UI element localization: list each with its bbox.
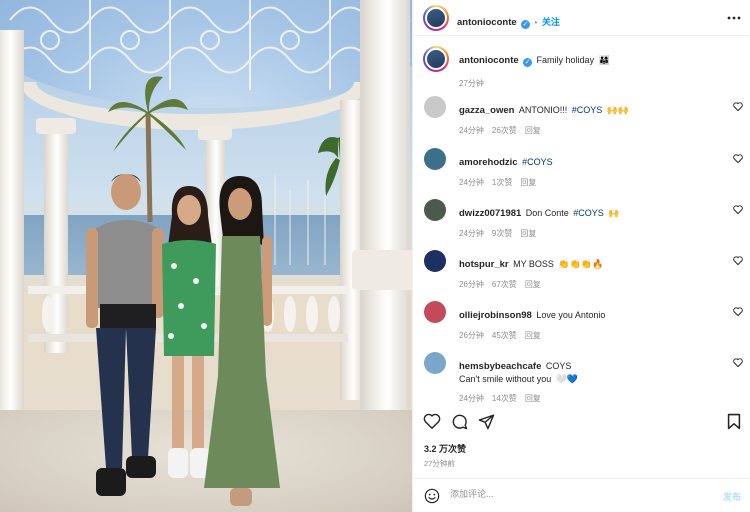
action-bar [413, 410, 750, 434]
comment-time: 26分钟 [459, 280, 484, 289]
post-photo[interactable] [0, 0, 412, 512]
emoji-smiley-icon[interactable] [424, 488, 440, 504]
comment-likes[interactable]: 1次赞 [492, 178, 512, 187]
comment-reply-button[interactable]: 回复 [525, 126, 541, 135]
comment-likes[interactable]: 67次赞 [492, 280, 517, 289]
comment-emoji: 🙌 [608, 208, 620, 218]
comment-username[interactable]: amorehodzic [459, 157, 518, 168]
comment-time: 24分钟 [459, 178, 484, 187]
comment-username[interactable]: olliejrobinson98 [459, 310, 532, 321]
comment-text: Love you Antonio [536, 310, 606, 320]
column-left-capital [36, 118, 76, 134]
caption-username[interactable]: antonioconte [459, 55, 519, 66]
like-heart-icon[interactable] [423, 413, 441, 429]
separator-dot: • [534, 18, 538, 27]
comment-emoji-line2: 🤍💙 [555, 374, 579, 384]
post-comment-button[interactable]: 发布 [723, 490, 741, 503]
follow-button[interactable]: 关注 [542, 17, 560, 27]
comment-row: olliejrobinson98 Love you Antonio 26分钟 45… [413, 301, 750, 351]
comment-avatar[interactable] [424, 301, 446, 323]
caption-avatar[interactable] [423, 46, 449, 72]
comment-avatar[interactable] [424, 199, 446, 221]
verified-badge-icon: ✓ [523, 58, 533, 67]
comment-row: dwizz0071981 Don Conte #COYS 🙌 24分钟 9次赞 回复 [413, 199, 750, 249]
comment-time: 24分钟 [459, 126, 484, 135]
caption-time: 27分钟 [459, 79, 484, 88]
comment-hashtag[interactable]: #COYS [573, 208, 604, 218]
comment-like-heart-icon[interactable] [733, 358, 743, 367]
comment-like-heart-icon[interactable] [733, 102, 743, 111]
comment-likes[interactable]: 45次赞 [492, 331, 517, 340]
comment-bubble-icon[interactable] [451, 413, 468, 430]
comment-reply-button[interactable]: 回复 [525, 394, 541, 403]
header-avatar[interactable] [423, 5, 449, 31]
comment-row: gazza_owen ANTONIO!!! #COYS 🙌🙌 24分钟 26次赞 回复 [413, 96, 750, 146]
comment-reply-button[interactable]: 回复 [520, 178, 536, 187]
comment-emoji: 👏👏👏🔥 [558, 259, 604, 269]
comment-time: 24分钟 [459, 229, 484, 238]
comment-hashtag[interactable]: #COYS [572, 105, 603, 115]
comment-emoji: 🙌🙌 [606, 105, 630, 115]
column-center-capital [198, 126, 232, 140]
comment-username[interactable]: hotspur_kr [459, 259, 509, 270]
comment-hashtag[interactable]: #COYS [522, 157, 553, 167]
comment-row: hotspur_kr MY BOSS 👏👏👏🔥 26分钟 67次赞 回复 [413, 250, 750, 300]
header-username[interactable]: antonioconte [457, 17, 517, 28]
comment-avatar[interactable] [424, 250, 446, 272]
comment-likes[interactable]: 14次赞 [492, 394, 517, 403]
comment-avatar[interactable] [424, 148, 446, 170]
caption-text: Family holiday [536, 55, 595, 65]
caption-emoji: 👨‍👩‍👧 [598, 55, 610, 65]
comment-row: amorehodzic #COYS 24分钟 1次赞 回复 [413, 148, 750, 198]
person-woman [204, 176, 280, 506]
comment-avatar[interactable] [424, 352, 446, 374]
comment-input[interactable] [450, 489, 700, 499]
verified-badge-icon: ✓ [521, 20, 531, 29]
add-comment-bar: 发布 [413, 478, 750, 512]
comment-reply-button[interactable]: 回复 [525, 331, 541, 340]
bookmark-save-icon[interactable] [727, 413, 741, 430]
comment-likes[interactable]: 26次赞 [492, 126, 517, 135]
comment-row: hemsbybeachcafe COYS Can't smile without… [413, 352, 750, 403]
comment-text-line2: Can't smile without you [459, 374, 552, 384]
post-time: 27分钟前 [424, 459, 455, 468]
column-right-ornament [352, 250, 412, 290]
comment-text: ANTONIO!!! [518, 105, 568, 115]
caption: antonioconte ✓ Family holiday 👨‍👩‍👧 27分钟 [413, 46, 750, 96]
comment-username[interactable]: gazza_owen [459, 105, 514, 116]
comment-like-heart-icon[interactable] [733, 307, 743, 316]
comment-like-heart-icon[interactable] [733, 154, 743, 163]
more-dots-icon[interactable] [727, 13, 741, 23]
comment-like-heart-icon[interactable] [733, 256, 743, 265]
share-send-icon[interactable] [478, 413, 495, 430]
comment-username[interactable]: dwizz0071981 [459, 208, 521, 219]
post-header: antonioconte ✓ • 关注 [413, 0, 750, 36]
comment-text: Don Conte [525, 208, 569, 218]
comment-reply-button[interactable]: 回复 [525, 280, 541, 289]
comment-reply-button[interactable]: 回复 [520, 229, 536, 238]
comment-time: 24分钟 [459, 394, 484, 403]
comment-likes[interactable]: 9次赞 [492, 229, 512, 238]
likes-count[interactable]: 3.2 万次赞 [424, 442, 466, 455]
comment-time: 26分钟 [459, 331, 484, 340]
comment-avatar[interactable] [424, 96, 446, 118]
comment-text: MY BOSS [513, 259, 554, 269]
post-panel: antonioconte ✓ • 关注 antonioconte ✓ Famil… [412, 0, 750, 512]
comment-like-heart-icon[interactable] [733, 205, 743, 214]
